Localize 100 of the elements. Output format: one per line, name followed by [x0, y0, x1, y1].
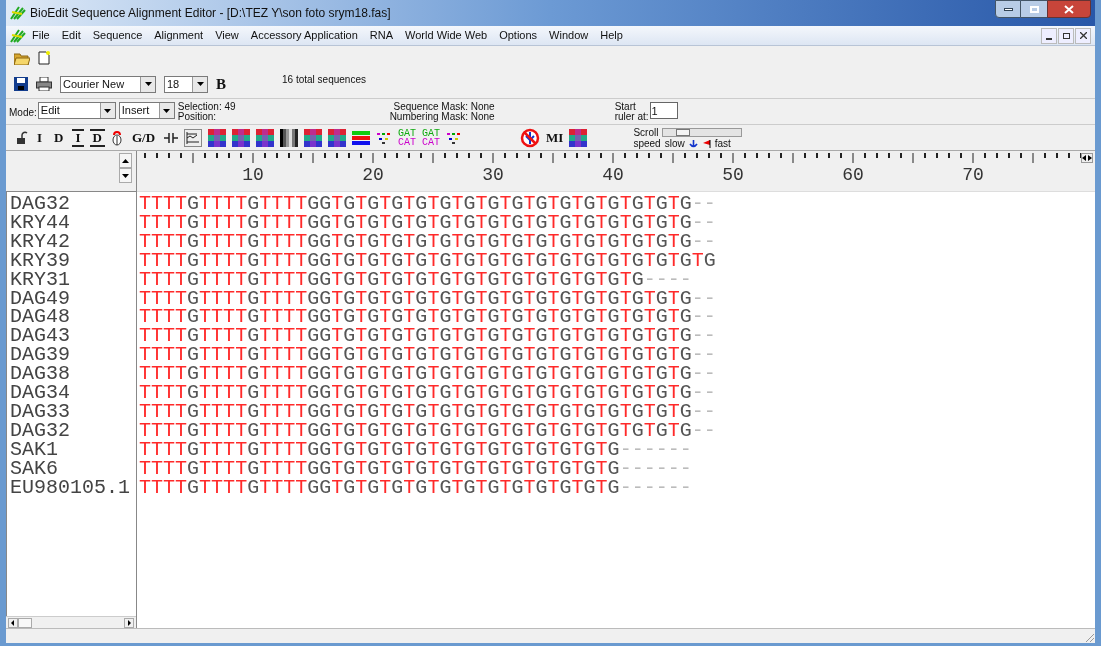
- sequence-residues: TTTTGTTTTGTTTTGGTGTGTGTGTGTGTGTGTGTGTGTGTGTGTG--: [139, 195, 717, 214]
- sequence-name[interactable]: DAG34: [7, 384, 136, 403]
- sequence-name[interactable]: DAG32: [7, 421, 136, 441]
- split-icon[interactable]: [164, 131, 179, 144]
- sequence-residues: TTTTGTTTTGTTTTGGTGTGTGTGTGTGTGTGTGTGTGTGTGTGTG--: [139, 365, 717, 385]
- sequence-name[interactable]: DAG49: [7, 289, 136, 309]
- speed-label: speed: [633, 137, 661, 149]
- minimize-button[interactable]: [995, 0, 1021, 18]
- save-icon[interactable]: [14, 77, 28, 91]
- sequence-name[interactable]: DAG39: [7, 346, 136, 366]
- sequence-name[interactable]: KRY31: [7, 270, 136, 290]
- stripes-icon[interactable]: [352, 128, 371, 147]
- tool-button[interactable]: MI: [543, 130, 567, 145]
- sequence-name[interactable]: DAG38: [7, 365, 136, 385]
- menu-item[interactable]: File: [26, 27, 56, 44]
- ruler-number: 30: [481, 165, 505, 185]
- tool-button[interactable]: I: [72, 128, 84, 147]
- tool-button[interactable]: GAT CAT: [422, 128, 441, 147]
- sequence-name[interactable]: EU980105.1: [7, 478, 136, 498]
- menu-item[interactable]: Sequence: [86, 27, 149, 44]
- menu-item[interactable]: Accessory Application: [244, 27, 364, 44]
- open-folder-icon[interactable]: [14, 51, 30, 65]
- sequence-residues: TTTTGTTTTGTTTTGGTGTGTGTGTGTGTGTGTGTGTGTGTGTGTG--: [139, 232, 717, 252]
- sequence-residues: TTTTGTTTTGTTTTGGTGTGTGTGTGTGTGTGTGTGTGTGTGTGTG--: [139, 384, 717, 403]
- sequence-residues: TTTTGTTTTGTTTTGGTGTGTGTGTGTGTGTGTGTGTGTGTGTGTG--: [139, 289, 717, 309]
- graph-icon[interactable]: [184, 128, 203, 147]
- scroll-down-button[interactable]: [119, 168, 132, 183]
- ruler-start-field[interactable]: 1: [649, 102, 678, 119]
- menu-item[interactable]: World Wide Web: [399, 27, 494, 44]
- tool-button[interactable]: I: [34, 130, 46, 145]
- mode-select[interactable]: Edit: [37, 102, 116, 119]
- bars-icon[interactable]: [280, 128, 299, 147]
- maximize-button[interactable]: [1021, 0, 1047, 18]
- scroll-right-icon[interactable]: [124, 617, 134, 628]
- size-select[interactable]: 18: [164, 75, 208, 93]
- sequence-residues: TTTTGTTTTGTTTTGGTGTGTGTGTGTGTGTGTGTGTGTGTGTGTG--: [139, 421, 717, 441]
- tool-button[interactable]: D: [51, 130, 67, 145]
- menu-item[interactable]: Help: [594, 27, 629, 44]
- resize-grip-icon[interactable]: [1083, 631, 1095, 643]
- color-grid-icon[interactable]: [232, 128, 251, 147]
- tool-button[interactable]: G/D: [128, 130, 159, 145]
- insert-select[interactable]: Insert: [118, 102, 175, 119]
- down-arrow-icon: [122, 173, 129, 178]
- scroll-label: Scroll: [633, 126, 659, 138]
- scroll-up-button[interactable]: [119, 153, 132, 168]
- tool-button[interactable]: GAT CAT: [398, 128, 417, 147]
- menu-item[interactable]: View: [209, 27, 245, 44]
- close-icon: [1064, 4, 1074, 14]
- menu-item[interactable]: Window: [543, 27, 595, 44]
- sequence-name[interactable]: DAG33: [7, 402, 136, 422]
- tool-button[interactable]: D: [89, 128, 105, 147]
- up-arrow-icon: [122, 158, 129, 163]
- font-select[interactable]: Courier New: [60, 75, 156, 93]
- sequence-mask-label: Sequence Mask: None: [393, 102, 495, 112]
- menu-item[interactable]: Options: [493, 27, 544, 44]
- bold-button[interactable]: B: [216, 72, 226, 96]
- sequence-name[interactable]: KRY42: [7, 232, 136, 252]
- sequence-name[interactable]: KRY44: [7, 213, 136, 233]
- sequence-name[interactable]: DAG32: [7, 195, 136, 214]
- sequence-residues: TTTTGTTTTGTTTTGGTGTGTGTGTGTGTGTGTGTGTGTGTGTGTG--: [139, 327, 717, 347]
- no-sign-icon[interactable]: [520, 127, 541, 148]
- sequence-name[interactable]: KRY39: [7, 251, 136, 271]
- lock-icon[interactable]: [16, 130, 28, 145]
- color-grid-icon[interactable]: [569, 128, 588, 147]
- sequence-residues: TTTTGTTTTGTTTTGGTGTGTGTGTGTGTGTGTGTGTGTGTGTGTG--: [139, 402, 717, 422]
- color-grid-icon[interactable]: [328, 128, 347, 147]
- sequence-name[interactable]: DAG43: [7, 327, 136, 347]
- sequence-residues: TTTTGTTTTGTTTTGGTGTGTGTGTGTGTGTGTGTGTGTG------: [139, 459, 693, 479]
- slider-thumb[interactable]: [676, 128, 691, 136]
- menu-item[interactable]: Edit: [55, 27, 87, 44]
- sequence-residues: TTTTGTTTTGTTTTGGTGTGTGTGTGTGTGTGTGTGTGTGTGTGTG--: [139, 308, 717, 328]
- close-button[interactable]: [1075, 27, 1091, 44]
- color-grid-icon[interactable]: [208, 128, 227, 147]
- dots-icon[interactable]: [446, 130, 463, 145]
- ruler-at-label: ruler at:: [614, 112, 649, 122]
- new-file-icon[interactable]: [38, 51, 50, 65]
- sequence-name[interactable]: DAG48: [7, 308, 136, 328]
- dots-icon[interactable]: [376, 130, 393, 145]
- flag-icon: [701, 138, 711, 148]
- color-grid-icon[interactable]: [256, 128, 275, 147]
- sequence-residues: TTTTGTTTTGTTTTGGTGTGTGTGTGTGTGTGTGTGTGTG------: [139, 478, 693, 498]
- scroll-arrows-icon[interactable]: [1081, 153, 1093, 163]
- bug-icon[interactable]: [110, 129, 123, 146]
- anchor-icon: [688, 138, 698, 148]
- speed-slider[interactable]: [662, 127, 743, 137]
- sequence-name[interactable]: SAK6: [7, 459, 136, 479]
- minimize-button[interactable]: [1041, 27, 1057, 44]
- menu-item[interactable]: RNA: [363, 27, 400, 44]
- sequence-residues: TTTTGTTTTGTTTTGGTGTGTGTGTGTGTGTGTGTGTGTGTG----: [139, 270, 693, 290]
- tool-label: CAT: [422, 137, 441, 147]
- print-icon[interactable]: [36, 77, 52, 91]
- scroll-thumb[interactable]: [18, 617, 32, 628]
- sequence-name[interactable]: SAK1: [7, 440, 136, 460]
- ruler-number: 20: [361, 165, 385, 185]
- tool-label: GAT: [422, 128, 441, 138]
- ruler-number: 50: [721, 165, 745, 185]
- close-button[interactable]: [1047, 0, 1091, 18]
- menu-item[interactable]: Alignment: [148, 27, 210, 44]
- restore-button[interactable]: [1058, 27, 1074, 44]
- color-grid-icon[interactable]: [304, 128, 323, 147]
